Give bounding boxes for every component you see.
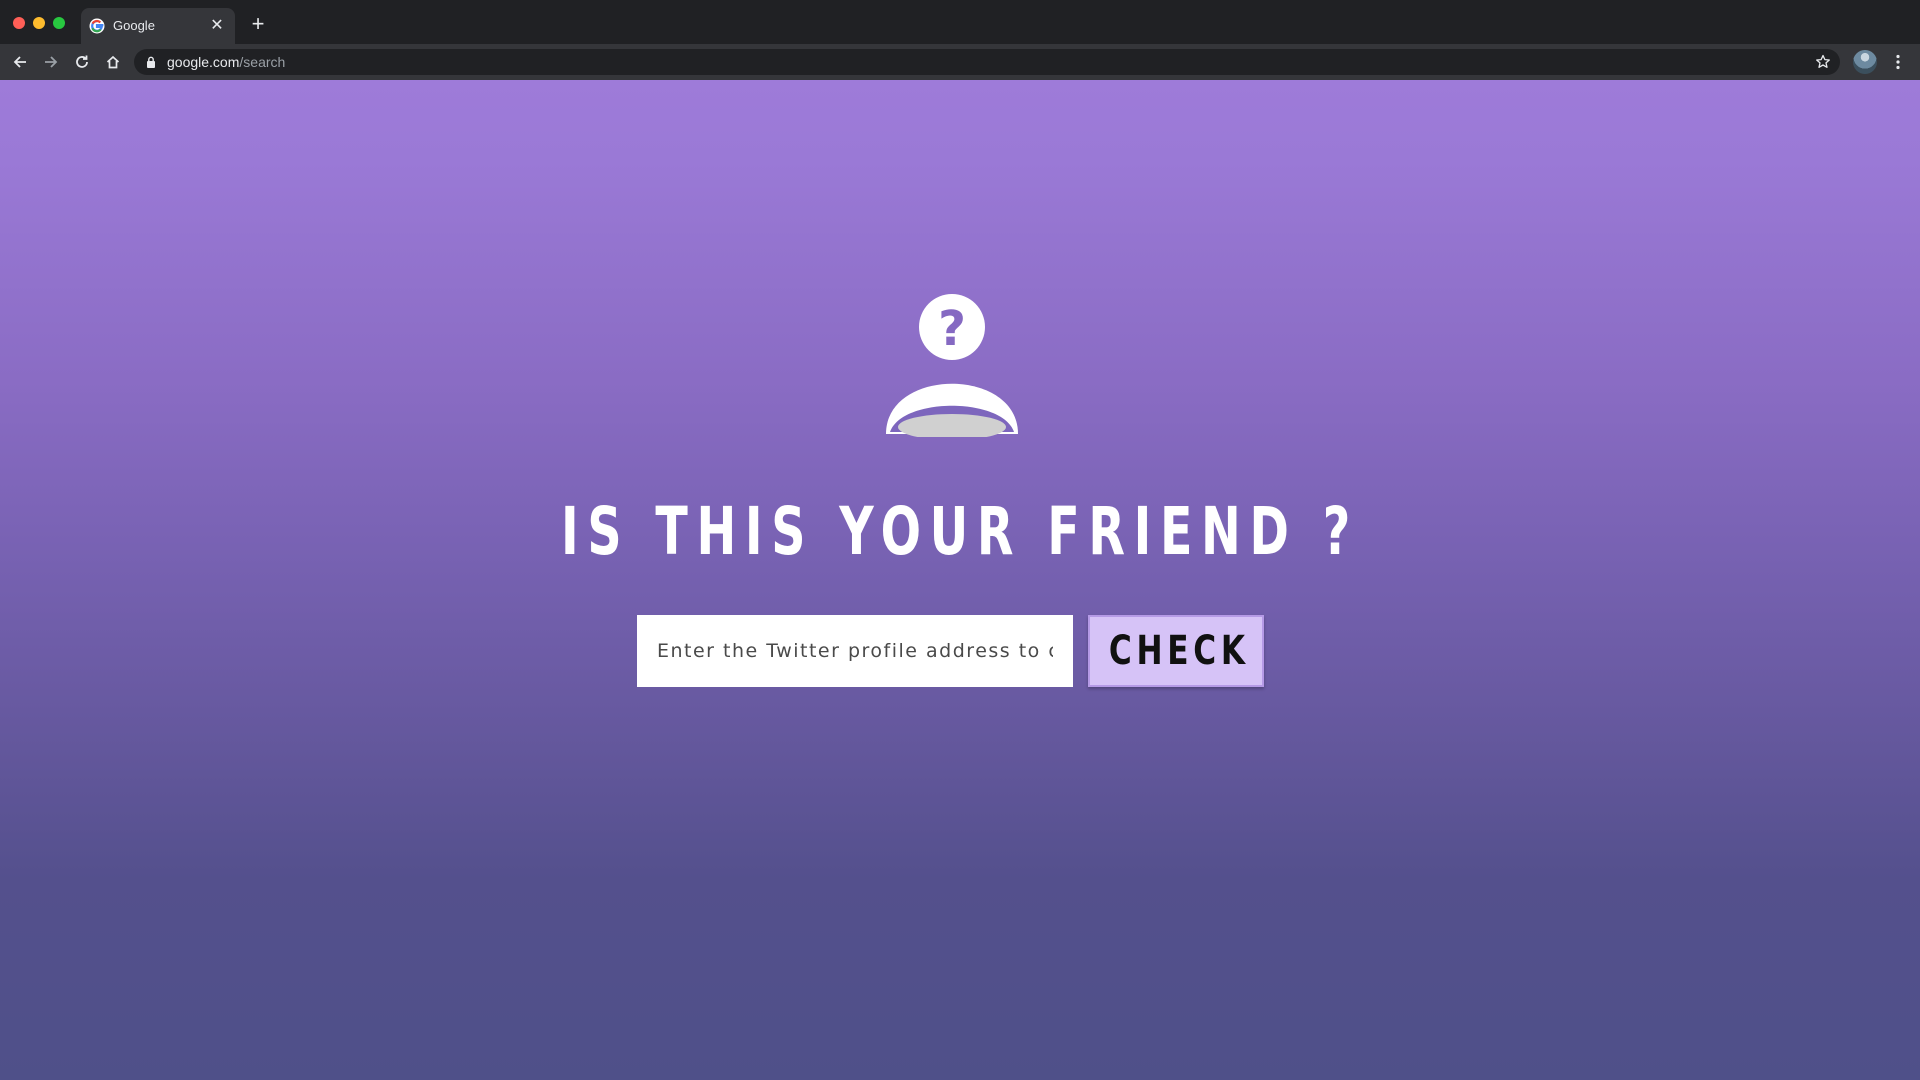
maximize-window-button[interactable] [53,17,65,29]
new-tab-button[interactable]: + [246,12,270,36]
address-bar[interactable]: google.com/search [134,49,1840,75]
browser-window: Google ✕ + google.com/search ? IS THIS Y… [0,0,1920,1080]
google-icon [89,18,105,34]
page-content: ? IS THIS YOUR FRIEND ? CHECK [0,80,1920,1080]
check-button-label: CHECK [1108,628,1250,674]
twitter-profile-input[interactable] [637,615,1073,687]
url-path: /search [239,54,286,70]
minimize-window-button[interactable] [33,17,45,29]
tab-strip: Google ✕ + [0,0,1920,44]
svg-text:?: ? [938,301,966,357]
page-title: IS THIS YOUR FRIEND ? [561,493,1359,570]
tab-close-icon[interactable]: ✕ [208,17,226,35]
url-host: google.com [167,54,240,70]
tab-title: Google [113,18,155,33]
star-icon[interactable] [1814,53,1832,71]
lock-icon [147,56,155,68]
menu-icon[interactable] [1888,52,1908,72]
unknown-person-icon: ? [886,294,1018,437]
profile-avatar[interactable] [1853,50,1877,74]
browser-toolbar: google.com/search [0,44,1920,80]
back-icon[interactable] [7,49,33,75]
check-button[interactable]: CHECK [1088,615,1264,687]
reload-icon[interactable] [69,49,95,75]
tab-google[interactable]: Google ✕ [81,8,235,44]
url-text: google.com/search [167,54,285,70]
home-icon[interactable] [100,49,126,75]
close-window-button[interactable] [13,17,25,29]
forward-icon[interactable] [38,49,64,75]
